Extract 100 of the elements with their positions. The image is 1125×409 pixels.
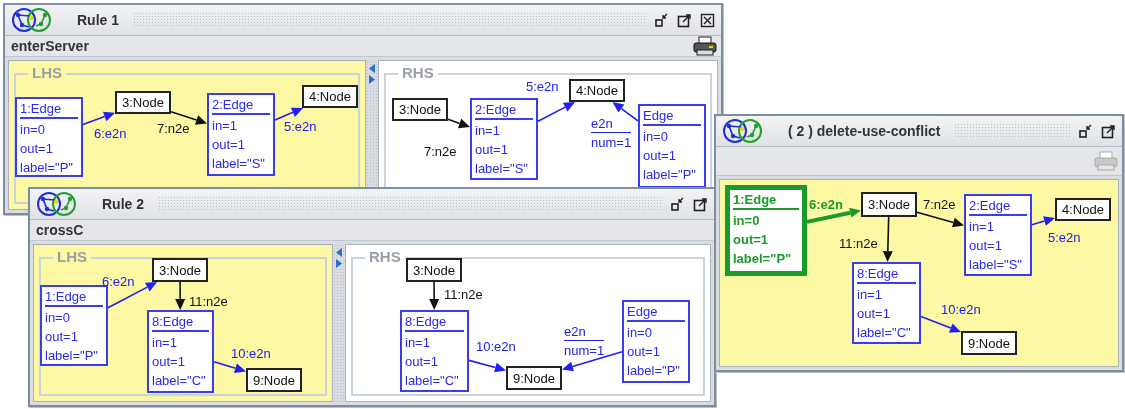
object-name: 8:Edge: [405, 313, 464, 332]
rule-name: enterServer: [11, 38, 89, 54]
object-name: 1:Edge: [733, 191, 799, 210]
restore-icon[interactable]: [654, 12, 669, 28]
rule-name: crossC: [36, 222, 84, 238]
object-attribute: in=1: [969, 218, 995, 236]
link-name: 5:e2n: [1048, 229, 1081, 246]
object-attribute: label="C": [152, 372, 207, 390]
object-name: Edge: [643, 107, 701, 126]
object-attribute: out=1: [627, 343, 661, 361]
object-name: Edge: [627, 303, 685, 322]
object-attribute: label="P": [627, 362, 681, 380]
object-attribute: label="P": [20, 159, 74, 177]
link-name: 11:n2e: [189, 293, 228, 310]
link-name: 5:e2n: [526, 78, 559, 95]
link-name: 7:n2e: [923, 196, 956, 213]
object-attribute: in=1: [152, 334, 178, 352]
arrow-right-icon[interactable]: [336, 259, 342, 268]
edge-object[interactable]: 8:Edge in=1 out=1 label="C": [852, 262, 921, 344]
node-object[interactable]: 4:Node: [1055, 198, 1111, 221]
object-name: 8:Edge: [152, 313, 209, 332]
object-attribute: in=0: [20, 121, 46, 139]
edge-object[interactable]: 8:Edge in=1 out=1 label="C": [400, 310, 469, 392]
edge-object[interactable]: 1:Edge in=0 out=1 label="P": [15, 97, 83, 177]
object-attribute: in=1: [857, 286, 883, 304]
object-attribute: in=1: [212, 117, 238, 135]
link-name: 10:e2n: [231, 345, 271, 362]
link-name: 7:n2e: [157, 120, 190, 137]
link-name: 5:e2n: [284, 118, 317, 135]
object-attribute: label="S": [212, 155, 266, 173]
printer-icon[interactable]: [693, 36, 717, 56]
link-name: 10:e2n: [476, 338, 516, 355]
node-object[interactable]: 3:Node: [392, 98, 448, 121]
object-name: 1:Edge: [45, 288, 103, 307]
object-attribute: out=1: [152, 353, 186, 371]
arrow-right-icon[interactable]: [369, 75, 375, 84]
edge-object[interactable]: 2:Edge in=1 out=1 label="S": [964, 194, 1032, 276]
object-attribute: label="P": [733, 250, 793, 268]
object-attribute: out=1: [733, 231, 770, 249]
object-attribute: out=1: [857, 305, 891, 323]
link-name: 6:e2n: [809, 196, 843, 213]
object-attribute: out=1: [969, 237, 1003, 255]
link-name: e2n: [564, 323, 605, 341]
edge-object[interactable]: 2:Edge in=1 out=1 label="S": [470, 98, 538, 180]
link-name: 11:n2e: [444, 286, 483, 303]
object-attribute: in=0: [643, 128, 669, 146]
object-attribute: label="P": [643, 166, 697, 184]
link-name: 11:n2e: [839, 235, 878, 252]
edge-object[interactable]: 2:Edge in=1 out=1 label="S": [207, 93, 275, 176]
link-name: 6:e2n: [94, 125, 127, 142]
node-object[interactable]: 3:Node: [406, 258, 462, 282]
object-attribute: out=1: [643, 147, 677, 165]
maximize-icon[interactable]: [1101, 123, 1116, 139]
arrow-left-icon[interactable]: [336, 248, 342, 257]
object-name: 2:Edge: [969, 197, 1027, 216]
edge-object[interactable]: 1:Edge in=0 out=1 label="P": [40, 285, 108, 366]
maximize-icon[interactable]: [693, 196, 708, 212]
object-name: 2:Edge: [475, 101, 533, 120]
node-object[interactable]: 3:Node: [152, 258, 208, 282]
object-name: 2:Edge: [212, 96, 270, 115]
close-icon[interactable]: [700, 12, 715, 28]
edge-object[interactable]: 1:Edge in=0 out=1 label="P": [725, 185, 807, 276]
object-attribute: out=1: [212, 136, 246, 154]
object-attribute: in=0: [627, 324, 653, 342]
window-title: Rule 2: [101, 196, 145, 212]
edge-object[interactable]: Edge in=0 out=1 label="P": [638, 104, 706, 188]
link-name: 7:n2e: [424, 143, 457, 160]
object-attribute: label="P": [45, 347, 99, 365]
maximize-icon[interactable]: [677, 12, 692, 28]
link-attribute: num=1: [564, 342, 605, 360]
node-object[interactable]: 4:Node: [569, 79, 625, 102]
edge-object[interactable]: 8:Edge in=1 out=1 label="C": [147, 310, 214, 393]
object-attribute: in=0: [45, 309, 71, 327]
object-attribute: out=1: [45, 328, 79, 346]
object-attribute: out=1: [20, 140, 54, 158]
object-name: 1:Edge: [20, 100, 78, 119]
object-attribute: in=1: [405, 334, 431, 352]
object-attribute: label="S": [969, 256, 1023, 274]
window-title: ( 2 ) delete-use-conflict: [787, 123, 942, 139]
node-object[interactable]: 4:Node: [302, 85, 358, 108]
link-attribute: num=1: [591, 134, 632, 152]
window-title: Rule 1: [76, 12, 120, 28]
object-attribute: in=0: [733, 212, 761, 230]
edge-object[interactable]: Edge in=0 out=1 label="P": [622, 300, 690, 383]
object-name: 8:Edge: [857, 265, 916, 284]
link-name: e2n: [591, 115, 632, 133]
node-object[interactable]: 9:Node: [246, 368, 302, 392]
object-attribute: label="S": [475, 160, 529, 178]
object-attribute: label="C": [857, 324, 912, 342]
node-object[interactable]: 9:Node: [961, 331, 1017, 355]
object-attribute: out=1: [475, 141, 509, 159]
node-object[interactable]: 3:Node: [861, 192, 917, 217]
link-name: 10:e2n: [941, 301, 981, 318]
object-attribute: label="C": [405, 372, 460, 390]
restore-icon[interactable]: [1078, 123, 1093, 139]
arrow-left-icon[interactable]: [369, 64, 375, 73]
node-object[interactable]: 9:Node: [506, 366, 562, 390]
node-object[interactable]: 3:Node: [115, 91, 171, 114]
restore-icon[interactable]: [670, 196, 685, 212]
object-attribute: out=1: [405, 353, 439, 371]
